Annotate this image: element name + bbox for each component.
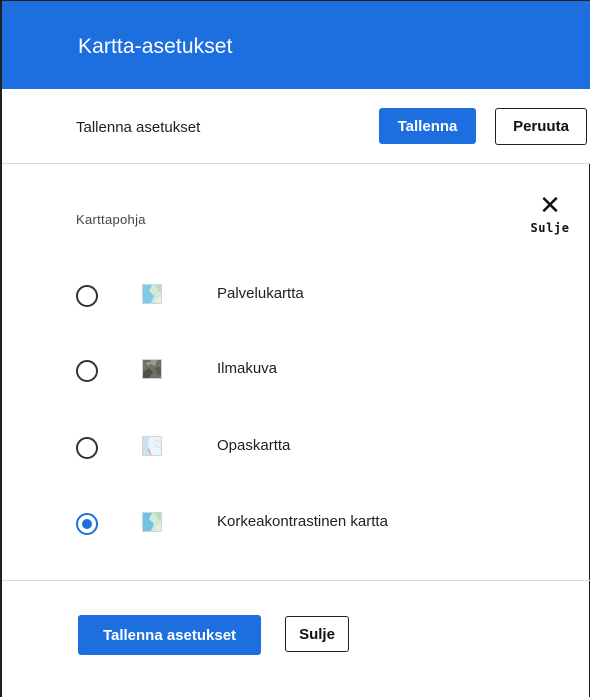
cancel-button[interactable]: Peruuta — [495, 108, 587, 145]
guide-map-thumbnail-icon — [142, 436, 162, 456]
dialog-header: Kartta-asetukset — [2, 1, 590, 89]
option-label: Opaskartta — [217, 437, 291, 454]
radio-button[interactable] — [76, 437, 98, 459]
close-footer-button[interactable]: Sulje — [285, 616, 349, 652]
basemap-option-palvelukartta[interactable]: Palvelukartta — [60, 275, 540, 315]
option-label: Korkeakontrastinen kartta — [217, 513, 388, 530]
dialog-title: Kartta-asetukset — [78, 35, 233, 58]
save-settings-button[interactable]: Tallenna asetukset — [78, 615, 261, 655]
close-button-label: Sulje — [530, 221, 570, 235]
divider — [2, 580, 590, 581]
basemap-option-opaskartta[interactable]: Opaskartta — [60, 427, 540, 467]
map-thumbnail-icon — [142, 284, 162, 304]
close-button[interactable]: ✕ Sulje — [521, 190, 579, 245]
radio-button[interactable] — [76, 285, 98, 307]
radio-button[interactable] — [76, 360, 98, 382]
aerial-thumbnail-icon — [142, 359, 162, 379]
save-bar: Tallenna asetukset Tallenna Peruuta — [2, 89, 590, 164]
close-icon: ✕ — [539, 190, 561, 220]
basemap-option-ilmakuva[interactable]: Ilmakuva — [60, 350, 540, 390]
high-contrast-thumbnail-icon — [142, 512, 162, 532]
basemap-option-korkeakontrastinen-kartta[interactable]: Korkeakontrastinen kartta — [60, 503, 540, 543]
radio-button-selected[interactable] — [76, 513, 98, 535]
option-label: Ilmakuva — [217, 360, 278, 377]
save-button[interactable]: Tallenna — [379, 108, 476, 144]
option-label: Palvelukartta — [217, 285, 304, 302]
save-bar-label: Tallenna asetukset — [76, 119, 201, 136]
basemap-section-label: Karttapohja — [76, 212, 146, 227]
